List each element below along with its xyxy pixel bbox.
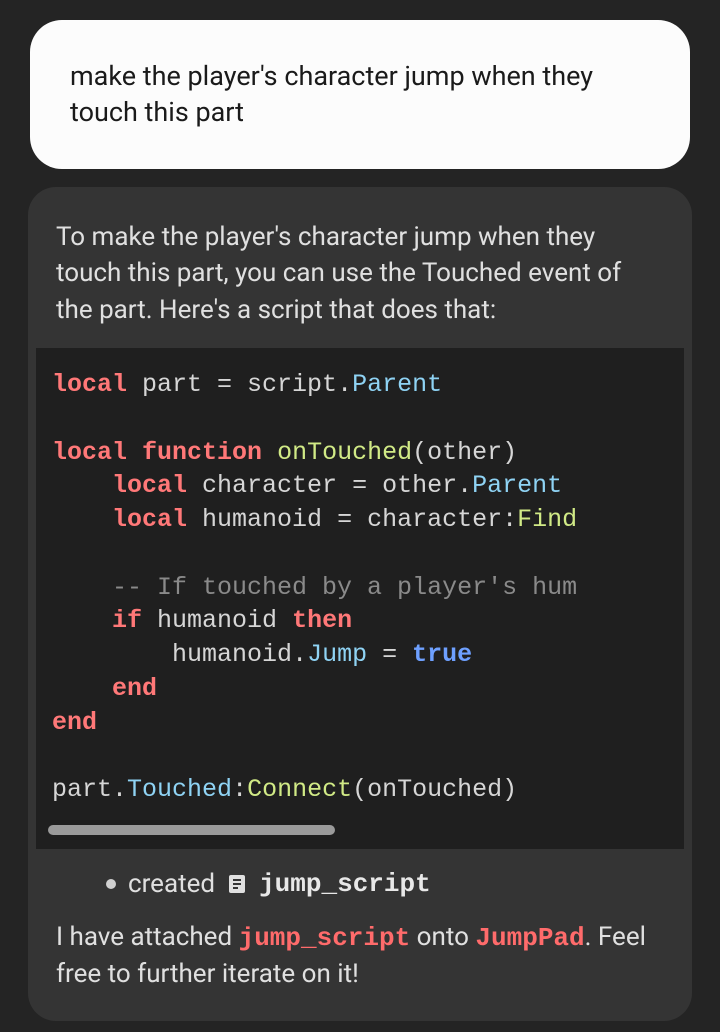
code-kw-local: local <box>52 370 127 399</box>
code-kw-local: local <box>52 438 127 467</box>
created-file-row: created jump_script <box>36 849 684 919</box>
inline-code-target: JumpPad <box>475 923 584 953</box>
code-scrollbar[interactable] <box>48 825 672 835</box>
assistant-intro-text: To make the player's character jump when… <box>36 219 684 348</box>
chat-container: make the player's character jump when th… <box>0 0 720 1032</box>
created-file-name[interactable]: jump_script <box>259 869 431 899</box>
code-kw-local: local <box>112 505 187 534</box>
user-message-text: make the player's character jump when th… <box>70 60 593 128</box>
inline-code-script: jump_script <box>239 923 411 953</box>
code-kw-function: function <box>142 438 262 467</box>
script-file-icon <box>225 872 249 896</box>
code-block[interactable]: local part = script.Parent local functio… <box>36 348 684 849</box>
code-kw-end: end <box>112 674 157 703</box>
code-kw-if: if <box>112 606 142 635</box>
code-comment: -- If touched by a player's hum <box>112 573 577 602</box>
code-content[interactable]: local part = script.Parent local functio… <box>36 368 684 807</box>
user-message-bubble: make the player's character jump when th… <box>30 20 690 169</box>
assistant-outro-text: I have attached jump_script onto JumpPad… <box>36 919 684 993</box>
code-kw-then: then <box>292 606 352 635</box>
code-kw-local: local <box>112 471 187 500</box>
bullet-icon <box>106 879 116 889</box>
code-scrollbar-thumb[interactable] <box>48 825 335 835</box>
code-kw-end: end <box>52 708 97 737</box>
assistant-message-bubble: To make the player's character jump when… <box>28 187 692 1021</box>
created-label: created <box>128 869 215 899</box>
